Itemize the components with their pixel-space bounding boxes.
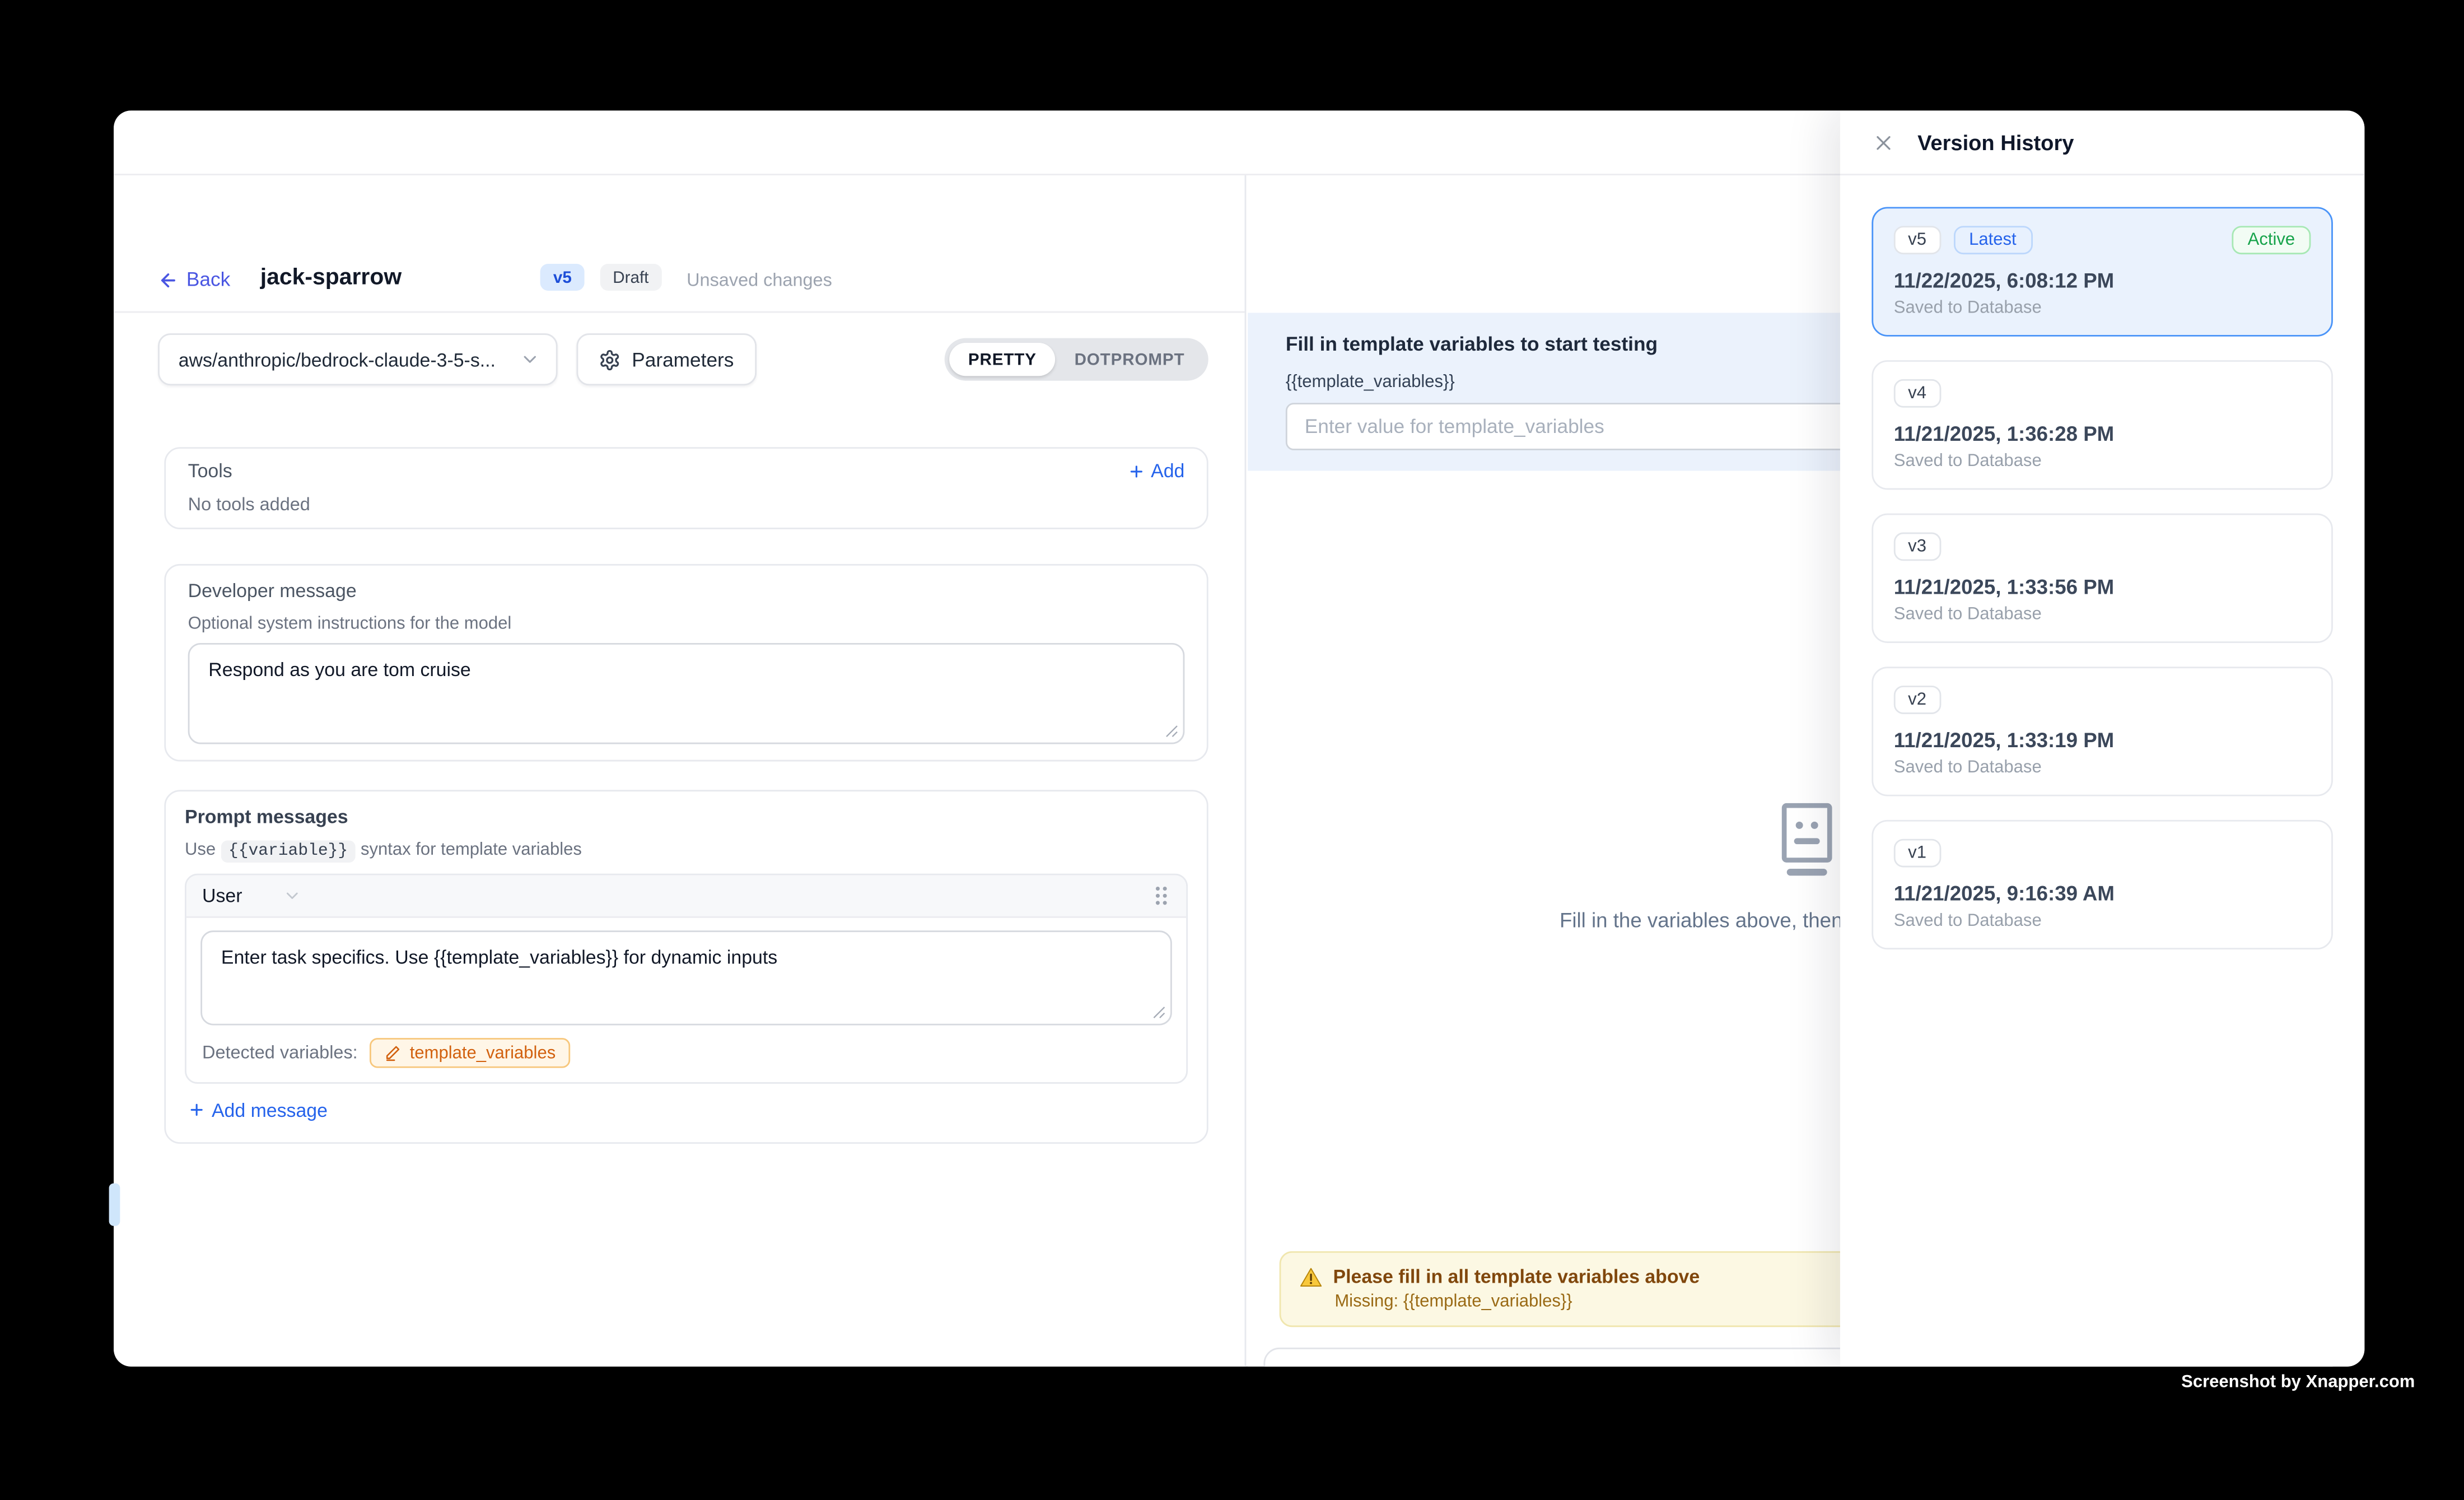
message-block: User Enter task specifics. Use {{templat… [185, 874, 1188, 1084]
version-list: v5 Latest Active 11/22/2025, 6:08:12 PM … [1840, 175, 2364, 1005]
resize-grip-icon[interactable] [1151, 1005, 1165, 1019]
add-message-button[interactable]: Add message [188, 1099, 328, 1121]
version-status: Saved to Database [1894, 605, 2311, 624]
chevron-down-icon [520, 349, 540, 370]
version-date: 11/22/2025, 6:08:12 PM [1894, 268, 2311, 292]
role-select[interactable]: User [202, 884, 302, 906]
page-title: jack-sparrow [260, 265, 402, 291]
draft-badge: Draft [600, 264, 661, 291]
detected-variables-label: Detected variables: [202, 1044, 358, 1063]
version-number-badge: v3 [1894, 533, 1941, 561]
version-history-header: Version History [1840, 110, 2364, 175]
tools-title: Tools [188, 460, 232, 482]
active-badge: Active [2232, 226, 2311, 254]
editor-cards: Tools Add No tools added Developer messa… [114, 447, 1244, 1144]
model-select-value: aws/anthropic/bedrock-claude-3-5-s... [179, 348, 520, 370]
role-select-value: User [202, 884, 242, 906]
prompt-messages-card: Prompt messages Use {{variable}} syntax … [164, 790, 1208, 1144]
version-date: 11/21/2025, 1:33:19 PM [1894, 728, 2311, 752]
developer-message-card: Developer message Optional system instru… [164, 564, 1208, 762]
developer-message-textarea[interactable]: Respond as you are tom cruise [188, 643, 1185, 744]
version-number-badge: v5 [1894, 226, 1941, 254]
editor-toolbar: aws/anthropic/bedrock-claude-3-5-s... Pa… [114, 333, 1244, 385]
pencil-icon [385, 1044, 402, 1061]
close-icon[interactable] [1872, 131, 1895, 154]
add-tool-label: Add [1151, 460, 1184, 482]
version-badge: v5 [540, 264, 584, 291]
plus-icon [188, 1101, 206, 1119]
version-card[interactable]: v4 11/21/2025, 1:36:28 PM Saved to Datab… [1872, 360, 2333, 490]
latest-badge: Latest [1953, 226, 2032, 254]
version-history-title: Version History [1917, 131, 2074, 154]
message-textarea[interactable]: Enter task specifics. Use {{template_var… [200, 930, 1172, 1025]
parameters-button[interactable]: Parameters [576, 333, 755, 385]
tools-card: Tools Add No tools added [164, 447, 1208, 529]
version-status: Saved to Database [1894, 758, 2311, 777]
unsaved-changes-label: Unsaved changes [687, 272, 832, 291]
page-header: Back jack-sparrow v5 Draft Unsaved chang… [114, 175, 1244, 313]
version-date: 11/21/2025, 9:16:39 AM [1894, 882, 2311, 905]
tools-empty-text: No tools added [188, 496, 1185, 515]
version-card[interactable]: v5 Latest Active 11/22/2025, 6:08:12 PM … [1872, 207, 2333, 336]
version-status: Saved to Database [1894, 452, 2311, 471]
toggle-pretty[interactable]: PRETTY [949, 343, 1056, 376]
template-variable-chip[interactable]: template_variables [370, 1038, 570, 1068]
version-date: 11/21/2025, 1:33:56 PM [1894, 575, 2311, 599]
format-toggle: PRETTY DOTPROMPT [945, 338, 1208, 381]
edge-notification-sliver [109, 1184, 119, 1226]
version-number-badge: v1 [1894, 839, 1941, 868]
subtitle-prefix: Use [185, 841, 216, 860]
plus-icon [1127, 462, 1145, 479]
chevron-down-icon [283, 886, 302, 905]
message-header: User [186, 875, 1186, 918]
version-card[interactable]: v3 11/21/2025, 1:33:56 PM Saved to Datab… [1872, 514, 2333, 643]
bot-face-icon [1770, 799, 1842, 878]
detected-variables-row: Detected variables: template_variables [186, 1026, 1186, 1083]
screenshot-stage: Back jack-sparrow v5 Draft Unsaved chang… [0, 0, 2464, 1500]
add-message-label: Add message [212, 1099, 328, 1121]
prompt-messages-subtitle: Use {{variable}} syntax for template var… [185, 841, 1188, 861]
version-status: Saved to Database [1894, 299, 2311, 318]
toggle-dotprompt[interactable]: DOTPROMPT [1056, 343, 1204, 376]
subtitle-suffix: syntax for template variables [361, 841, 582, 860]
app-window: Back jack-sparrow v5 Draft Unsaved chang… [114, 110, 2364, 1366]
gear-icon [599, 348, 620, 370]
variable-syntax-chip: {{variable}} [221, 841, 356, 863]
version-date: 11/21/2025, 1:36:28 PM [1894, 422, 2311, 445]
warning-triangle-icon [1300, 1266, 1322, 1287]
developer-message-title: Developer message [188, 580, 1185, 602]
parameters-label: Parameters [632, 348, 734, 370]
version-number-badge: v4 [1894, 379, 1941, 408]
arrow-left-icon [158, 269, 179, 290]
add-tool-button[interactable]: Add [1127, 460, 1185, 482]
back-label: Back [186, 268, 230, 290]
back-button[interactable]: Back [158, 268, 230, 290]
version-card[interactable]: v1 11/21/2025, 9:16:39 AM Saved to Datab… [1872, 820, 2333, 949]
model-select[interactable]: aws/anthropic/bedrock-claude-3-5-s... [158, 333, 558, 385]
template-variable-chip-label: template_variables [410, 1044, 556, 1063]
resize-grip-icon[interactable] [1164, 724, 1178, 738]
version-card[interactable]: v2 11/21/2025, 1:33:19 PM Saved to Datab… [1872, 667, 2333, 796]
version-status: Saved to Database [1894, 911, 2311, 930]
version-number-badge: v2 [1894, 686, 1941, 714]
drag-handle-icon[interactable] [1151, 884, 1170, 906]
watermark-text: Screenshot by Xnapper.com [2181, 1373, 2415, 1392]
developer-message-subtitle: Optional system instructions for the mod… [188, 614, 1185, 633]
version-history-panel: Version History v5 Latest Active 11/22/2… [1840, 110, 2364, 1366]
prompt-messages-title: Prompt messages [185, 805, 1188, 827]
prompt-editor-column: Back jack-sparrow v5 Draft Unsaved chang… [114, 175, 1246, 1366]
warning-title: Please fill in all template variables ab… [1333, 1265, 1700, 1287]
